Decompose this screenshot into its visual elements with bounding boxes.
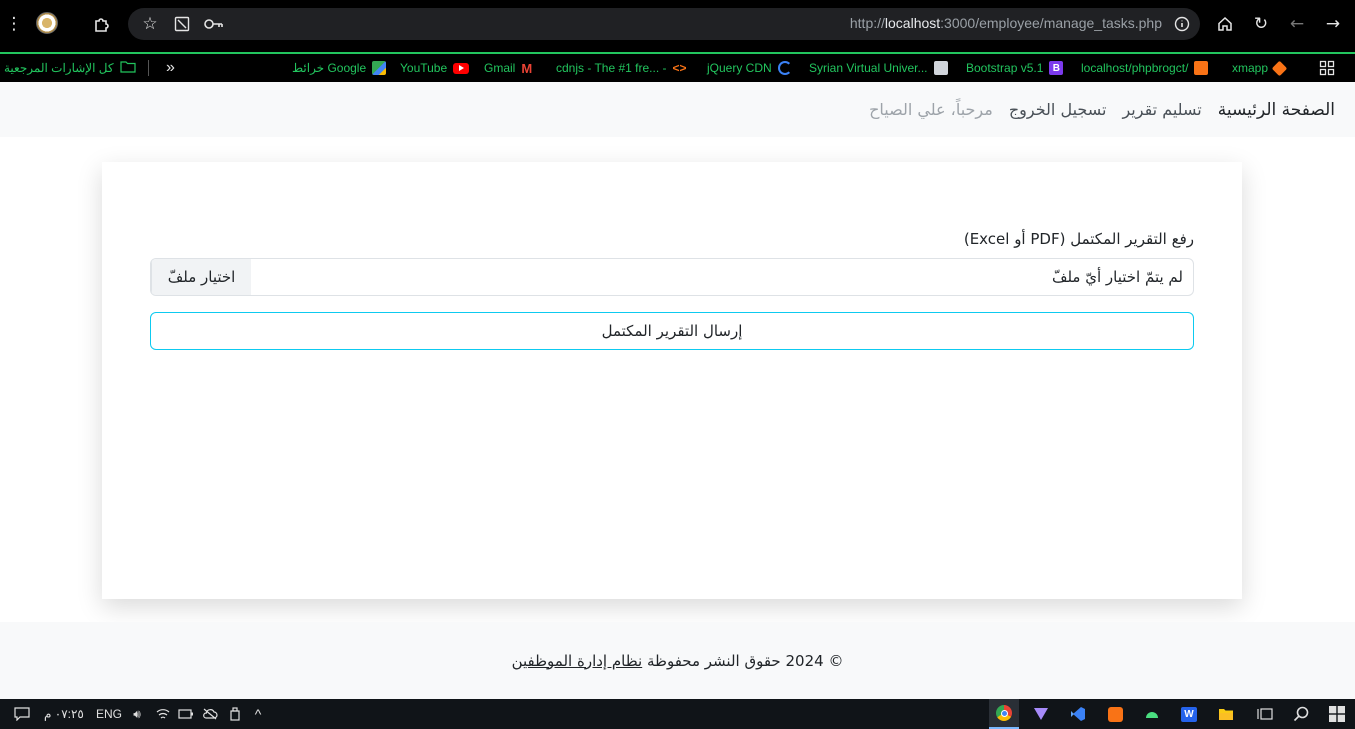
bookmark-label: jQuery CDN xyxy=(707,61,772,75)
address-bar[interactable]: ☆ http://localhost:3000/employee/manage_… xyxy=(128,8,1200,40)
bookmark-label: Syrian Virtual Univer... xyxy=(809,61,928,75)
jquery-icon xyxy=(777,61,792,75)
bookmark-localhost[interactable]: localhost/phpbrogct/ xyxy=(1081,54,1209,82)
bookmark-svu[interactable]: Syrian Virtual Univer... xyxy=(809,54,948,82)
apps-grid-icon[interactable] xyxy=(1319,54,1335,82)
file-status-text: لم يتمّ اختيار أيّ ملفّ xyxy=(1051,268,1183,286)
browser-chrome: ⋮ ☆ http://localhost:3000/employee/manag… xyxy=(0,0,1355,82)
chrome-taskbar-icon[interactable] xyxy=(989,699,1019,729)
word-taskbar-icon[interactable]: W xyxy=(1174,703,1204,725)
cloud-offline-icon[interactable] xyxy=(201,703,219,725)
all-bookmarks-folder[interactable]: كل الإشارات المرجعية xyxy=(4,54,136,82)
more-bookmarks-icon[interactable]: » xyxy=(166,54,175,82)
android-taskbar-icon[interactable] xyxy=(1137,703,1167,725)
taskbar: ٠٧:٢٥ م ENG 🔊︎ ^ W xyxy=(0,699,1355,729)
browser-toolbar: ⋮ ☆ http://localhost:3000/employee/manag… xyxy=(0,0,1355,48)
youtube-icon xyxy=(453,62,470,74)
bookmark-label: YouTube xyxy=(400,61,448,75)
install-app-icon[interactable] xyxy=(168,10,196,38)
bookmark-google-maps[interactable]: خرائط Google xyxy=(292,54,387,82)
vscode-taskbar-icon[interactable] xyxy=(1063,703,1093,725)
code-icon: <> xyxy=(672,61,687,75)
bookmark-label: كل الإشارات المرجعية xyxy=(4,61,114,75)
bookmark-star-icon[interactable]: ☆ xyxy=(136,10,164,38)
profile-avatar[interactable] xyxy=(36,12,58,34)
password-key-icon[interactable] xyxy=(200,10,228,38)
gmail-icon: M xyxy=(521,60,533,76)
welcome-text: مرحباً، علي الصياح xyxy=(869,100,993,119)
bookmark-xmapp[interactable]: xmapp xyxy=(1232,54,1288,82)
bookmark-label: Bootstrap v5.1 xyxy=(966,61,1044,75)
bookmarks-bar: xmapp localhost/phpbrogct/ Bootstrap v5.… xyxy=(0,54,1355,82)
usb-device-icon[interactable] xyxy=(226,703,244,725)
folder-icon xyxy=(119,60,136,76)
submit-report-button[interactable]: إرسال التقرير المكتمل xyxy=(150,312,1194,350)
upload-card: رفع التقرير المكتمل (PDF أو Excel) لم يت… xyxy=(102,162,1242,599)
xampp-taskbar-icon[interactable] xyxy=(1100,703,1130,725)
bookmark-youtube[interactable]: YouTube xyxy=(400,54,470,82)
site-footer: © 2024 حقوق النشر محفوظة نظام إدارة المو… xyxy=(0,622,1355,699)
choose-file-button[interactable]: اختيار ملفّ xyxy=(151,259,251,295)
xampp-icon xyxy=(1194,61,1209,75)
notifications-icon[interactable] xyxy=(10,703,34,725)
site-navbar: الصفحة الرئيسية تسليم تقرير تسجيل الخروج… xyxy=(0,82,1355,137)
xampp-icon xyxy=(1271,60,1288,76)
nav-home-link[interactable]: الصفحة الرئيسية xyxy=(1218,100,1335,120)
bookmark-label: خرائط Google xyxy=(292,61,367,75)
search-icon[interactable] xyxy=(1286,703,1316,725)
network-icon[interactable] xyxy=(154,703,172,725)
bookmark-gmail[interactable]: Gmail M xyxy=(484,54,532,82)
battery-icon[interactable] xyxy=(177,703,195,725)
bookmark-label: localhost/phpbrogct/ xyxy=(1081,61,1189,75)
bookmarks-divider xyxy=(148,60,149,76)
maps-icon xyxy=(372,61,387,75)
clock[interactable]: ٠٧:٢٥ م xyxy=(44,703,84,725)
forward-arrow-icon[interactable]: → xyxy=(1319,10,1347,38)
extensions-icon[interactable] xyxy=(88,10,116,38)
footer-text: © 2024 حقوق النشر محفوظة نظام إدارة المو… xyxy=(512,652,844,670)
reload-icon[interactable]: ↻ xyxy=(1247,10,1275,38)
bookmark-label: Gmail xyxy=(484,61,516,75)
nav-logout-link[interactable]: تسجيل الخروج xyxy=(1009,100,1107,119)
upload-label: رفع التقرير المكتمل (PDF أو Excel) xyxy=(963,230,1194,248)
url-text[interactable]: http://localhost:3000/employee/manage_ta… xyxy=(850,15,1162,31)
nav-list: الصفحة الرئيسية تسليم تقرير تسجيل الخروج… xyxy=(869,82,1335,137)
bookmark-jquery[interactable]: jQuery CDN xyxy=(707,54,792,82)
bookmark-cdnjs[interactable]: cdnjs - The #1 fre... - <> xyxy=(556,54,687,82)
file-input[interactable]: لم يتمّ اختيار أيّ ملفّ اختيار ملفّ xyxy=(150,258,1194,296)
svu-icon xyxy=(933,61,948,75)
bookmark-label: xmapp xyxy=(1232,61,1269,75)
copyright-text: © 2024 حقوق النشر محفوظة xyxy=(646,651,844,670)
back-arrow-icon[interactable]: ← xyxy=(1283,10,1311,38)
bookmark-bootstrap[interactable]: Bootstrap v5.1 B xyxy=(966,54,1064,82)
nav-submit-report-link[interactable]: تسليم تقرير xyxy=(1122,100,1201,119)
footer-system-link[interactable]: نظام إدارة الموظفين xyxy=(512,652,643,670)
show-hidden-icons-icon[interactable]: ^ xyxy=(249,703,267,725)
bootstrap-icon: B xyxy=(1049,61,1064,75)
language-indicator[interactable]: ENG xyxy=(96,703,122,725)
file-explorer-taskbar-icon[interactable] xyxy=(1211,703,1241,725)
site-info-icon[interactable] xyxy=(1168,10,1196,38)
task-view-icon[interactable] xyxy=(1250,703,1280,725)
vite-taskbar-icon[interactable] xyxy=(1026,703,1056,725)
windows-start-icon[interactable] xyxy=(1322,703,1352,725)
volume-icon[interactable]: 🔊︎ xyxy=(128,703,146,725)
bookmark-label: cdnjs - The #1 fre... - xyxy=(556,61,667,75)
browser-menu-icon[interactable]: ⋮ xyxy=(0,10,28,38)
home-icon[interactable] xyxy=(1211,10,1239,38)
